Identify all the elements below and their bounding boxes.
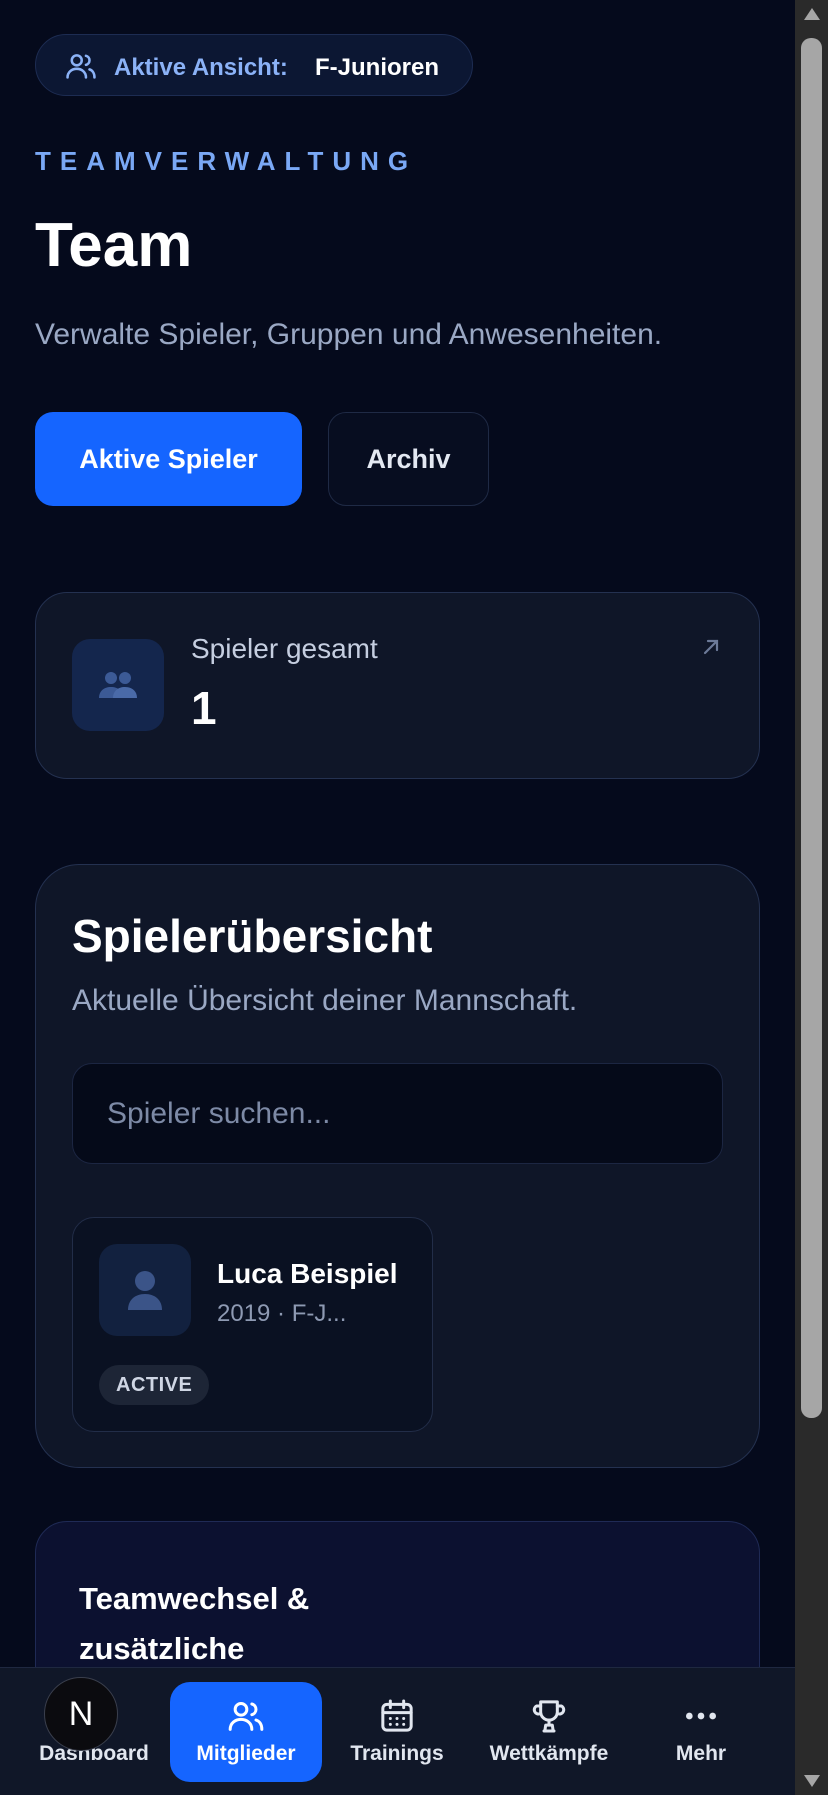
trophy-icon xyxy=(532,1700,566,1733)
main-content: Aktive Ansicht: F-Junioren TEAMVERWALTUN… xyxy=(0,0,795,1795)
nav-label-members: Mitglieder xyxy=(196,1742,296,1765)
overview-title: Spielerübersicht xyxy=(72,910,433,962)
stat-value: 1 xyxy=(191,682,217,734)
status-badge: ACTIVE xyxy=(99,1365,210,1405)
player-card[interactable]: Luca Beispiel 2019 · F-J... ACTIVE xyxy=(72,1217,433,1432)
active-view-value: F-Junioren xyxy=(315,54,439,81)
nav-label-competitions: Wettkämpfe xyxy=(489,1742,609,1765)
player-avatar xyxy=(99,1244,191,1336)
scrollbar[interactable] xyxy=(795,0,828,1795)
stat-label: Spieler gesamt xyxy=(191,633,378,664)
overview-subtitle: Aktuelle Übersicht deiner Mannschaft. xyxy=(72,984,578,1017)
nav-label-more: Mehr xyxy=(675,1742,727,1765)
player-meta: 2019 · F-J... xyxy=(217,1300,347,1327)
scroll-up-arrow-icon[interactable] xyxy=(804,8,820,20)
nav-item-more[interactable]: Mehr xyxy=(636,1682,766,1782)
tab-active-players[interactable]: Aktive Spieler xyxy=(35,412,302,506)
section-eyebrow: TEAMVERWALTUNG xyxy=(35,146,418,176)
calendar-icon xyxy=(381,1699,413,1732)
nav-item-trainings[interactable]: Trainings xyxy=(332,1682,462,1782)
nav-item-members[interactable]: Mitglieder xyxy=(170,1682,322,1782)
scroll-thumb[interactable] xyxy=(801,38,822,1418)
page-title: Team xyxy=(35,211,193,280)
tab-archive[interactable]: Archiv xyxy=(328,412,489,506)
scroll-down-arrow-icon[interactable] xyxy=(804,1775,820,1787)
active-view-label: Aktive Ansicht: xyxy=(114,54,288,81)
stat-icon-box xyxy=(72,639,164,731)
player-search-input[interactable] xyxy=(72,1063,723,1164)
team-page: Aktive Ansicht: F-Junioren TEAMVERWALTUN… xyxy=(0,0,828,1795)
person-icon xyxy=(128,1271,162,1310)
nav-item-competitions[interactable]: Wettkämpfe xyxy=(472,1682,626,1782)
player-overview-card: Spielerübersicht Aktuelle Übersicht dein… xyxy=(35,864,760,1468)
active-view-pill[interactable]: Aktive Ansicht: F-Junioren xyxy=(35,34,473,96)
player-name: Luca Beispiel xyxy=(217,1258,398,1289)
page-subtitle: Verwalte Spieler, Gruppen und Anwesenhei… xyxy=(35,318,663,351)
arrow-up-right-icon xyxy=(703,639,719,655)
more-icon xyxy=(686,1712,716,1720)
players-group-icon xyxy=(99,672,137,698)
members-icon xyxy=(228,1702,264,1731)
nav-label-trainings: Trainings xyxy=(350,1742,444,1765)
bottom-navigation: Dashboard Mitglieder Trainings Wettkämpf… xyxy=(0,1667,795,1795)
users-icon xyxy=(66,54,96,79)
user-avatar[interactable]: N xyxy=(44,1677,118,1751)
players-total-card[interactable]: Spieler gesamt 1 xyxy=(35,592,760,779)
team-change-title: Teamwechsel & zusätzliche xyxy=(79,1581,310,1666)
